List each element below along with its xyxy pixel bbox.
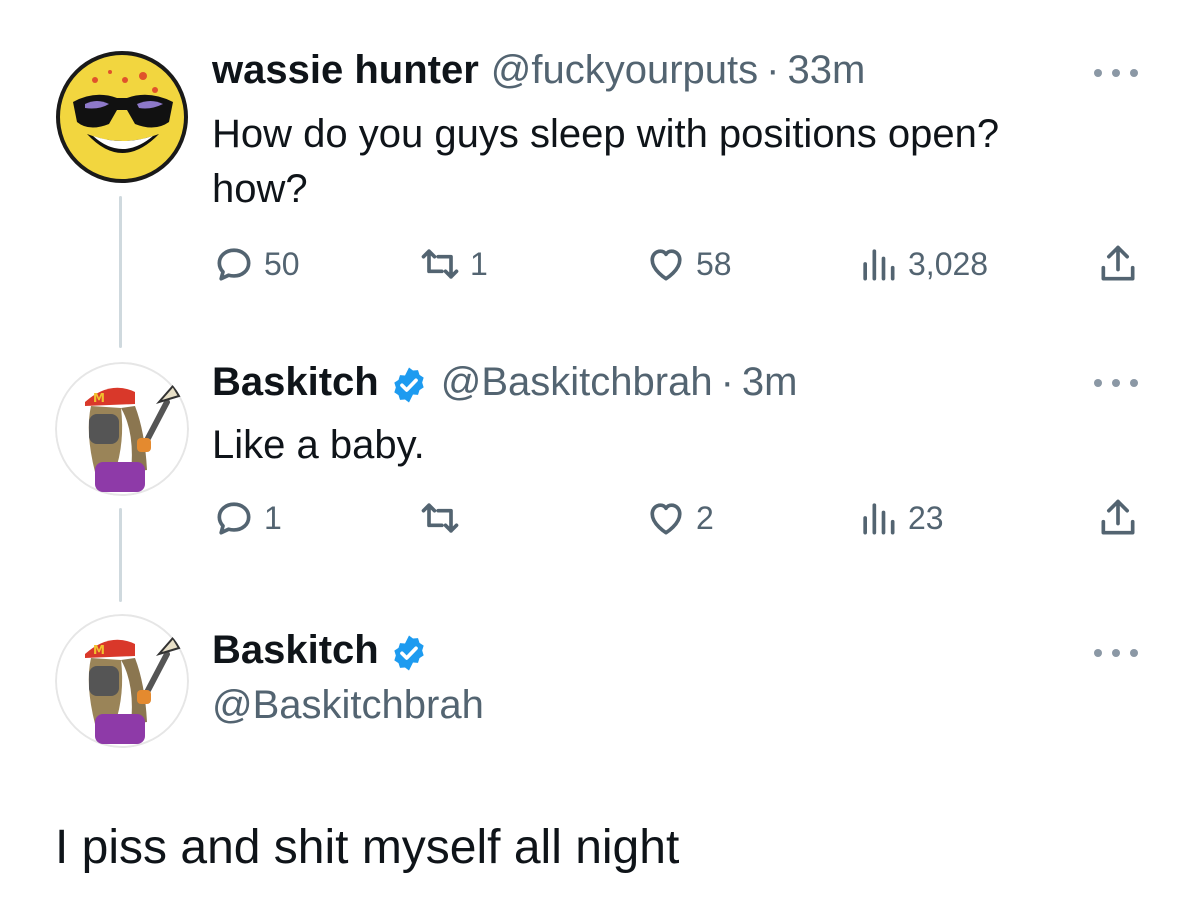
views-count: 3,028 bbox=[908, 245, 989, 282]
verified-badge-icon bbox=[389, 633, 429, 673]
share-button[interactable] bbox=[1096, 242, 1140, 286]
separator-dot: · bbox=[720, 360, 734, 404]
reply-icon bbox=[217, 502, 251, 535]
like-count: 58 bbox=[696, 245, 732, 282]
more-options-icon[interactable] bbox=[1094, 376, 1138, 390]
retweet-button[interactable]: 1 bbox=[418, 242, 488, 286]
avatar[interactable] bbox=[55, 50, 189, 184]
author-handle[interactable]: @Baskitchbrah bbox=[441, 360, 713, 405]
reply-button[interactable]: 1 bbox=[212, 496, 282, 540]
tweet-header: wassie hunter @fuckyourputs · 33m bbox=[212, 48, 865, 93]
author-name[interactable]: Baskitch bbox=[212, 628, 379, 673]
heart-icon bbox=[650, 249, 682, 281]
reply-icon bbox=[217, 248, 251, 281]
share-icon bbox=[1101, 245, 1135, 281]
verified-badge-icon bbox=[389, 365, 429, 405]
like-count: 2 bbox=[696, 499, 714, 536]
reply-count: 1 bbox=[264, 499, 282, 536]
thread-line bbox=[119, 196, 122, 348]
author-handle[interactable]: @fuckyourputs bbox=[491, 48, 758, 93]
like-button[interactable]: 58 bbox=[644, 242, 732, 286]
author-name[interactable]: wassie hunter bbox=[212, 48, 479, 93]
avatar-baskitch-image: M bbox=[55, 614, 189, 748]
tweet-text-line: how? bbox=[212, 167, 308, 211]
author-handle[interactable]: @Baskitchbrah bbox=[212, 683, 484, 728]
retweet-button[interactable] bbox=[418, 496, 470, 540]
views-icon bbox=[863, 249, 895, 281]
share-button[interactable] bbox=[1096, 496, 1140, 540]
svg-text:M: M bbox=[93, 643, 105, 657]
retweet-icon bbox=[421, 503, 459, 533]
avatar-wassie-image bbox=[56, 51, 188, 183]
views-count: 23 bbox=[908, 499, 944, 536]
avatar[interactable]: M bbox=[55, 614, 189, 748]
more-options-icon[interactable] bbox=[1094, 66, 1138, 80]
tweet-text-line: Like a baby. bbox=[212, 423, 425, 467]
main-tweet-text: I piss and shit myself all night bbox=[55, 821, 680, 874]
retweet-icon bbox=[421, 249, 459, 279]
tweet-text-line: How do you guys sleep with positions ope… bbox=[212, 112, 1000, 156]
separator-dot: · bbox=[766, 48, 780, 92]
avatar[interactable]: M bbox=[55, 362, 189, 496]
tweet-text: How do you guys sleep with positions ope… bbox=[212, 107, 999, 217]
svg-text:M: M bbox=[93, 391, 105, 405]
heart-icon bbox=[650, 503, 682, 535]
avatar-baskitch-image: M bbox=[55, 362, 189, 496]
timestamp[interactable]: 33m bbox=[787, 48, 865, 93]
retweet-count: 1 bbox=[470, 245, 488, 282]
views-button[interactable]: 23 bbox=[856, 496, 944, 540]
more-options-icon[interactable] bbox=[1094, 646, 1138, 660]
thread-line bbox=[119, 508, 122, 602]
views-button[interactable]: 3,028 bbox=[856, 242, 988, 286]
tweet-header: Baskitch @Baskitchbrah · 3m bbox=[212, 360, 798, 405]
share-icon bbox=[1101, 499, 1135, 535]
author-name[interactable]: Baskitch bbox=[212, 360, 379, 405]
views-icon bbox=[863, 503, 895, 535]
like-button[interactable]: 2 bbox=[644, 496, 714, 540]
tweet-header: Baskitch bbox=[212, 628, 429, 673]
reply-count: 50 bbox=[264, 245, 300, 282]
timestamp[interactable]: 3m bbox=[742, 360, 798, 405]
reply-button[interactable]: 50 bbox=[212, 242, 300, 286]
tweet-text: Like a baby. bbox=[212, 418, 425, 473]
